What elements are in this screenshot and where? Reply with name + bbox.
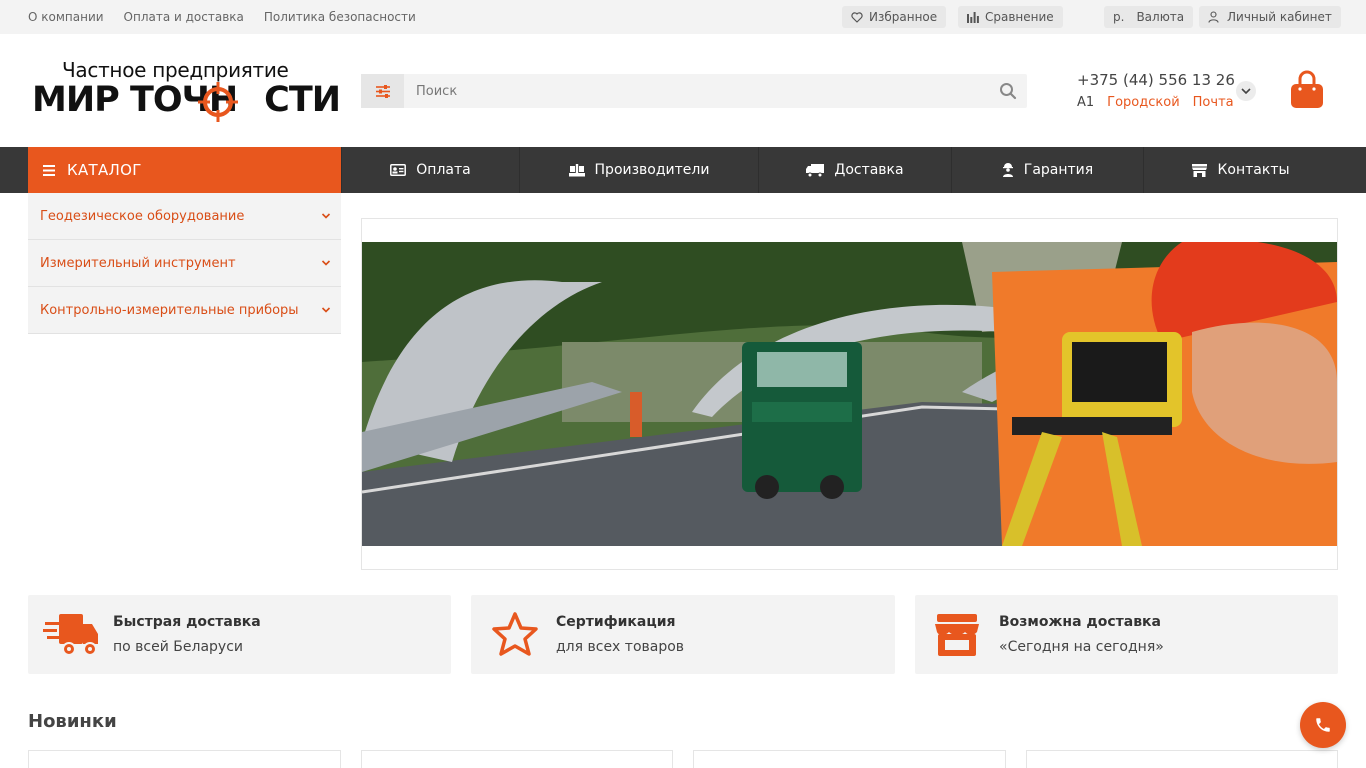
store-icon (1192, 163, 1208, 177)
phone-number[interactable]: +375 (44) 556 13 26 (1077, 71, 1235, 89)
search-bar (361, 74, 1027, 108)
worker-icon (1002, 163, 1013, 177)
nav-item-warranty[interactable]: Гарантия (951, 147, 1143, 193)
catalog-label: КАТАЛОГ (67, 161, 142, 179)
sidebar-item-control-instruments[interactable]: Контрольно-измерительные приборы (28, 287, 341, 334)
store-icon (935, 614, 979, 656)
sidebar-item-geodesic-equipment[interactable]: Геодезическое оборудование (28, 193, 341, 240)
star-icon (492, 612, 538, 656)
nav-item-delivery[interactable]: Доставка (758, 147, 951, 193)
feature-certification: Сертификация для всех товаров (471, 595, 895, 674)
truck-icon (806, 163, 825, 177)
bar-chart-icon (967, 11, 979, 23)
chevron-down-icon (321, 213, 331, 219)
product-card[interactable] (693, 750, 1006, 768)
phones-dropdown-button[interactable] (1236, 81, 1256, 101)
operator-list: А1 Городской Почта (1077, 95, 1234, 110)
heart-icon (851, 11, 863, 23)
currency-button[interactable]: р. Валюта (1104, 6, 1194, 28)
search-filter-button[interactable] (361, 74, 404, 108)
nav-item-payment[interactable]: Оплата (341, 147, 519, 193)
catalog-sidebar: Геодезическое оборудование Измерительный… (28, 193, 341, 334)
currency-label: Валюта (1136, 10, 1185, 24)
boxes-icon (568, 163, 585, 176)
compare-button[interactable]: Сравнение (958, 6, 1063, 28)
menu-icon (43, 164, 55, 176)
currency-symbol: р. (1113, 10, 1125, 24)
compare-label: Сравнение (985, 10, 1054, 24)
feature-same-day-delivery: Возможна доставка «Сегодня на сегодня» (915, 595, 1338, 674)
feature-subtitle: по всей Беларуси (113, 639, 243, 655)
feature-title: Возможна доставка (999, 614, 1162, 630)
product-card[interactable] (1026, 750, 1338, 768)
sidebar-item-label: Измерительный инструмент (40, 255, 236, 271)
nav-item-label: Оплата (416, 162, 471, 178)
search-input[interactable] (416, 74, 976, 108)
crosshair-icon (198, 82, 238, 122)
logo-title[interactable]: МИР ТОЧН СТИ (32, 80, 341, 120)
sidebar-item-label: Контрольно-измерительные приборы (40, 302, 299, 318)
operator-a1[interactable]: А1 (1077, 95, 1094, 110)
shopping-bag-icon[interactable] (1290, 70, 1324, 110)
account-label: Личный кабинет (1227, 10, 1332, 24)
id-card-icon (390, 164, 407, 176)
sidebar-item-measuring-tools[interactable]: Измерительный инструмент (28, 240, 341, 287)
chevron-down-icon (1241, 88, 1251, 94)
nav-item-contacts[interactable]: Контакты (1143, 147, 1338, 193)
truck-icon (43, 614, 98, 656)
nav-item-manufacturers[interactable]: Производители (519, 147, 758, 193)
operator-post[interactable]: Почта (1193, 95, 1234, 110)
section-title-new: Новинки (28, 711, 117, 732)
search-icon[interactable] (999, 82, 1017, 100)
hero-banner-image[interactable] (362, 242, 1337, 546)
user-icon (1208, 11, 1219, 23)
feature-title: Быстрая доставка (113, 614, 261, 630)
top-links: О компании Оплата и доставка Политика бе… (28, 0, 416, 34)
chevron-down-icon (321, 307, 331, 313)
nav-item-label: Производители (594, 162, 710, 178)
phone-icon (1316, 718, 1330, 732)
logo-subtitle[interactable]: Частное предприятие (62, 58, 289, 82)
nav-item-label: Доставка (834, 162, 904, 178)
feature-fast-delivery: Быстрая доставка по всей Беларуси (28, 595, 451, 674)
feature-subtitle: для всех товаров (556, 639, 685, 655)
account-button[interactable]: Личный кабинет (1199, 6, 1341, 28)
top-link-privacy-policy[interactable]: Политика безопасности (264, 10, 416, 24)
top-link-payment-delivery[interactable]: Оплата и доставка (124, 10, 244, 24)
callback-button[interactable] (1300, 702, 1346, 748)
operator-city[interactable]: Городской (1107, 95, 1179, 110)
feature-title: Сертификация (556, 614, 676, 630)
feature-subtitle: «Сегодня на сегодня» (999, 639, 1164, 655)
product-card[interactable] (361, 750, 673, 768)
nav-item-label: Гарантия (1023, 162, 1094, 178)
product-card[interactable] (28, 750, 341, 768)
top-link-about[interactable]: О компании (28, 10, 104, 24)
catalog-button[interactable]: КАТАЛОГ (28, 147, 341, 193)
chevron-down-icon (321, 260, 331, 266)
nav-item-label: Контакты (1217, 162, 1290, 178)
logo-title-part2: СТИ (264, 80, 341, 120)
sliders-icon (375, 84, 390, 98)
favorites-button[interactable]: Избранное (842, 6, 947, 28)
sidebar-item-label: Геодезическое оборудование (40, 208, 245, 224)
favorites-label: Избранное (869, 10, 938, 24)
